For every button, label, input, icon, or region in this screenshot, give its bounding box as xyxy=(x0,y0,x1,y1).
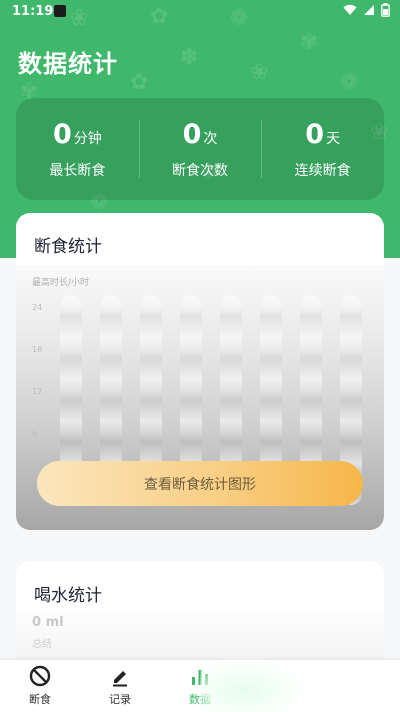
stat-unit: 天 xyxy=(326,130,341,147)
summary-card: 0 分钟 最长断食 0 次 断食次数 0 天 连续断食 xyxy=(16,98,384,200)
tab-label: 断食 xyxy=(29,693,51,706)
tab-label: 记录 xyxy=(109,693,131,706)
card-title: 喝水统计 xyxy=(34,586,102,606)
stat-streak: 0 天 连续断食 xyxy=(261,98,384,200)
tab-records[interactable]: 记录 xyxy=(80,660,160,712)
status-bar: 11:19 xyxy=(0,0,400,24)
y-tick: 18 xyxy=(32,345,43,354)
battery-icon xyxy=(381,3,390,17)
chart-legend: 最高时长/小时 xyxy=(32,278,90,288)
stat-label: 断食次数 xyxy=(172,162,228,179)
stat-longest-fast: 0 分钟 最长断食 xyxy=(16,98,139,200)
y-tick: 6 xyxy=(32,429,38,438)
water-value: 0 ml xyxy=(32,615,64,630)
stat-unit: 分钟 xyxy=(73,130,102,147)
water-stats-card: 喝水统计 0 ml 总结 xyxy=(16,561,384,671)
stat-value: 0 xyxy=(52,118,72,150)
tab-fasting[interactable]: 断食 xyxy=(0,660,80,712)
status-time: 11:19 xyxy=(12,4,54,19)
stat-label: 连续断食 xyxy=(294,162,351,179)
signal-icon xyxy=(364,5,374,15)
stat-value: 0 xyxy=(182,118,202,150)
card-title: 断食统计 xyxy=(34,237,102,257)
bar-chart-icon xyxy=(189,665,211,687)
fasting-stats-card: 断食统计 最高时长/小时 24 18 12 6 查看断食统计图形 xyxy=(16,213,384,530)
water-subtitle: 总结 xyxy=(32,639,52,650)
page-title: 数据统计 xyxy=(18,50,118,78)
pencil-icon xyxy=(109,665,131,687)
stat-value: 0 xyxy=(305,118,325,150)
no-entry-icon xyxy=(29,665,51,687)
wifi-icon xyxy=(343,4,357,15)
stat-fast-count: 0 次 断食次数 xyxy=(138,98,262,200)
stat-label: 最长断食 xyxy=(49,162,106,179)
notification-icon xyxy=(54,5,66,17)
view-fasting-chart-button[interactable]: 查看断食统计图形 xyxy=(37,461,363,506)
y-tick: 12 xyxy=(32,387,43,396)
stat-unit: 次 xyxy=(203,130,218,147)
tab-data[interactable]: 数据 xyxy=(160,660,240,712)
status-icons xyxy=(343,3,390,17)
bottom-tab-bar: 断食 记录 数据 xyxy=(0,660,400,712)
y-tick: 24 xyxy=(32,303,43,312)
tab-label: 数据 xyxy=(189,693,211,706)
